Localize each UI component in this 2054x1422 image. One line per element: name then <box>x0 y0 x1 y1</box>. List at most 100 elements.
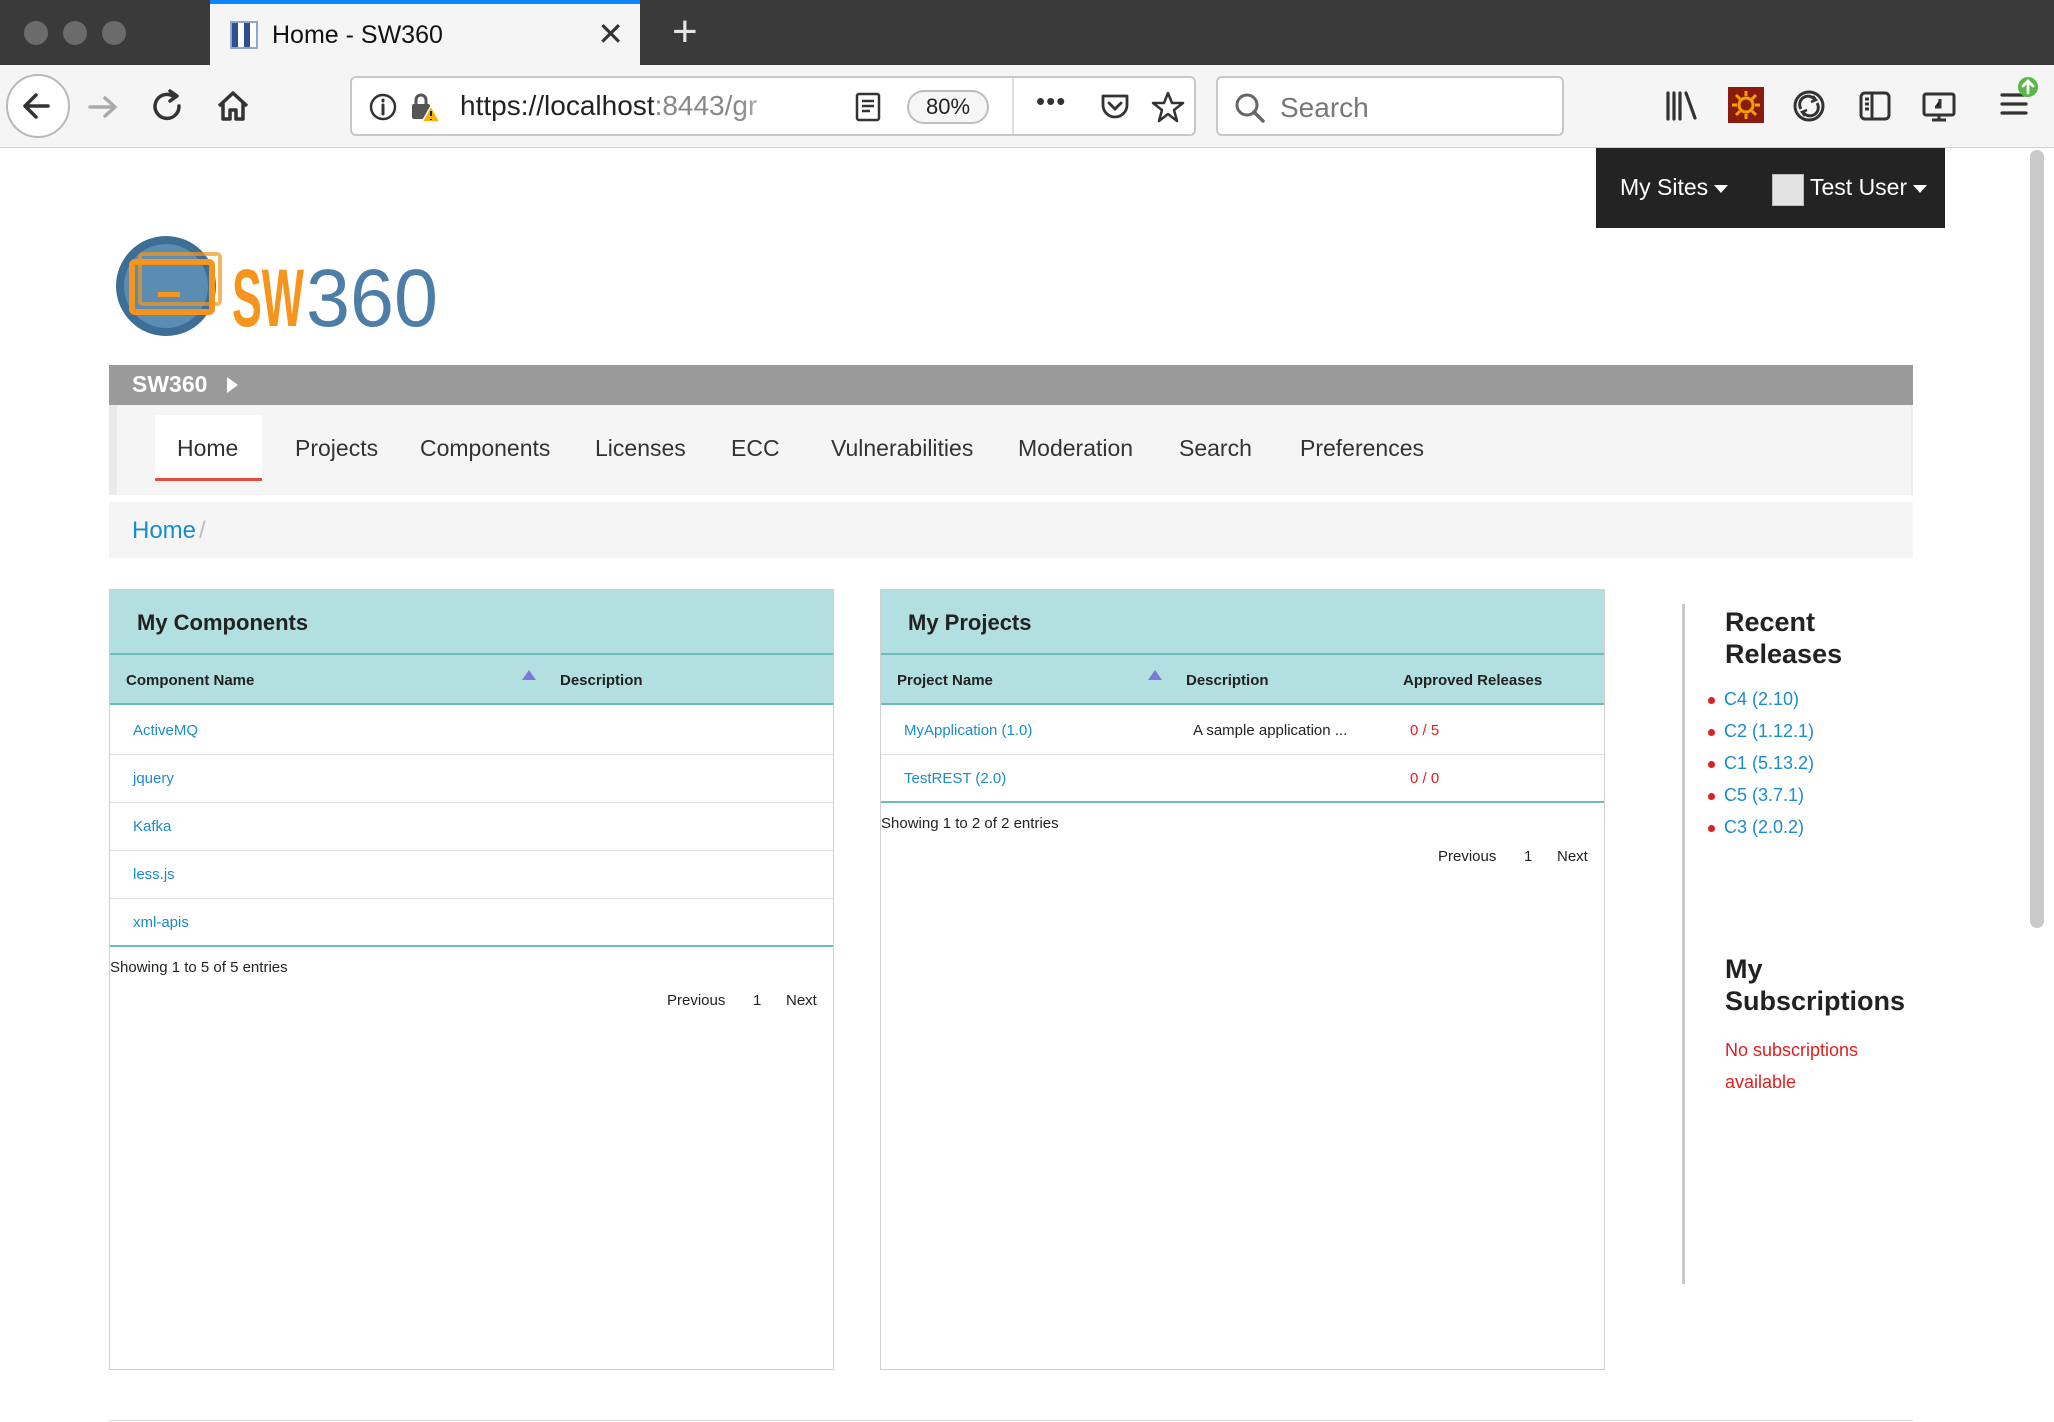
window-zoom-dot[interactable] <box>102 21 126 45</box>
footer-divider <box>109 1420 1913 1421</box>
panel-header: My Components <box>110 590 833 655</box>
window-close-dot[interactable] <box>24 21 48 45</box>
column-header-approved-releases[interactable]: Approved Releases <box>1403 672 1542 689</box>
forward-arrow-icon[interactable] <box>84 87 124 127</box>
recent-release-link[interactable]: C2 (1.12.1) <box>1708 721 1814 742</box>
table-row: TestREST (2.0) 0 / 0 <box>881 755 1604 803</box>
project-link[interactable]: TestREST (2.0) <box>904 770 1006 787</box>
project-link[interactable]: MyApplication (1.0) <box>904 722 1032 739</box>
breadcrumb-separator: / <box>199 517 206 544</box>
column-header-description[interactable]: Description <box>560 672 643 689</box>
heading-line: Subscriptions <box>1725 986 1906 1016</box>
table-row: jquery <box>110 755 833 803</box>
reader-view-icon[interactable] <box>852 91 884 123</box>
browser-tab-bar: Home - SW360 ✕ + <box>0 0 2054 65</box>
subscriptions-heading: My Subscriptions <box>1725 953 1905 1017</box>
component-link[interactable]: less.js <box>133 866 175 883</box>
table-header: Component Name Description <box>110 655 833 705</box>
info-icon[interactable] <box>368 92 398 122</box>
sw360-logo[interactable]: SW 360 <box>112 228 442 346</box>
component-link[interactable]: Kafka <box>133 818 171 835</box>
column-header-component-name[interactable]: Component Name <box>126 672 254 689</box>
column-header-project-name[interactable]: Project Name <box>897 672 993 689</box>
table-row: MyApplication (1.0) A sample application… <box>881 707 1604 755</box>
url-text[interactable]: https://localhost:8443/gr <box>460 90 790 122</box>
recent-release-link[interactable]: C1 (5.13.2) <box>1708 753 1814 774</box>
url-bar[interactable]: https://localhost:8443/gr 80% ••• <box>350 76 1196 136</box>
pagination-next[interactable]: Next <box>1557 848 1588 865</box>
caret-down-icon <box>1913 184 1928 193</box>
page-scrollbar[interactable] <box>2030 150 2044 928</box>
nav-preferences[interactable]: Preferences <box>1300 435 1424 462</box>
approved-releases-count: 0 / 5 <box>1410 722 1440 739</box>
caret-down-icon <box>1714 184 1729 193</box>
nav-search[interactable]: Search <box>1179 435 1252 462</box>
caret-right-icon[interactable] <box>227 377 238 393</box>
my-sites-dropdown[interactable]: My Sites <box>1620 174 1729 201</box>
reload-icon[interactable] <box>148 87 188 127</box>
tab-close-icon[interactable]: ✕ <box>597 16 624 52</box>
sort-ascending-icon[interactable] <box>1148 670 1162 680</box>
back-arrow-icon[interactable] <box>6 74 70 138</box>
my-components-panel: My Components Component Name Description… <box>109 589 834 1370</box>
panel-header: My Projects <box>881 590 1604 655</box>
nav-components[interactable]: Components <box>420 435 550 462</box>
pagination-page-1[interactable]: 1 <box>1524 848 1532 865</box>
bullet-icon <box>1708 696 1715 704</box>
nav-projects[interactable]: Projects <box>295 435 378 462</box>
component-link[interactable]: ActiveMQ <box>133 722 198 739</box>
search-icon <box>1232 90 1268 126</box>
bullet-icon <box>1708 760 1715 768</box>
zoom-level-badge[interactable]: 80% <box>907 90 989 124</box>
nav-moderation[interactable]: Moderation <box>1018 435 1133 462</box>
heading-line: Recent <box>1725 607 1816 637</box>
sync-icon[interactable] <box>1790 87 1828 125</box>
nav-vulnerabilities[interactable]: Vulnerabilities <box>831 435 973 462</box>
pagination-previous[interactable]: Previous <box>667 992 725 1009</box>
bullet-icon <box>1708 824 1715 832</box>
menu-icon[interactable] <box>1996 75 2044 127</box>
pagination-page-1[interactable]: 1 <box>753 992 761 1009</box>
site-title[interactable]: SW360 <box>132 371 207 398</box>
column-header-description[interactable]: Description <box>1186 672 1269 689</box>
logo-text-sw: SW <box>232 253 304 344</box>
no-subscriptions-message: No subscriptions available <box>1725 1040 1859 1092</box>
top-user-menu: My Sites Test User <box>1596 148 1945 228</box>
pagination-previous[interactable]: Previous <box>1438 848 1496 865</box>
window-minimize-dot[interactable] <box>63 21 87 45</box>
more-actions-icon[interactable]: ••• <box>1036 86 1066 117</box>
extension-icon[interactable] <box>1728 87 1764 123</box>
new-tab-button[interactable]: + <box>672 8 698 56</box>
panel-title: My Projects <box>908 610 1032 635</box>
user-dropdown[interactable]: Test User <box>1810 174 1928 201</box>
recent-release-link[interactable]: C3 (2.0.2) <box>1708 817 1804 838</box>
screenshot-icon[interactable] <box>1920 87 1958 125</box>
recent-releases-heading: Recent Releases <box>1725 606 1842 670</box>
browser-search-bar[interactable]: Search <box>1216 76 1564 136</box>
nav-licenses[interactable]: Licenses <box>595 435 686 462</box>
approved-releases-count: 0 / 0 <box>1410 770 1440 787</box>
browser-tab[interactable]: Home - SW360 ✕ <box>210 0 640 65</box>
home-icon[interactable] <box>212 85 254 127</box>
nav-home[interactable]: Home <box>177 435 238 462</box>
table-row: ActiveMQ <box>110 707 833 755</box>
recent-release-link[interactable]: C4 (2.10) <box>1708 689 1799 710</box>
browser-toolbar: https://localhost:8443/gr 80% ••• Search <box>0 65 2054 148</box>
lock-warning-icon[interactable] <box>408 90 442 124</box>
nav-ecc[interactable]: ECC <box>731 435 780 462</box>
user-avatar[interactable] <box>1772 174 1804 206</box>
heading-line: My <box>1725 954 1763 984</box>
pagination-next[interactable]: Next <box>786 992 817 1009</box>
sidebar-icon[interactable] <box>1856 87 1894 125</box>
logo-text-360: 360 <box>306 253 438 344</box>
pocket-icon[interactable] <box>1098 90 1132 124</box>
bullet-icon <box>1708 792 1715 800</box>
url-bar-divider <box>1012 78 1014 134</box>
star-icon[interactable] <box>1150 89 1186 125</box>
recent-release-link[interactable]: C5 (3.7.1) <box>1708 785 1804 806</box>
component-link[interactable]: xml-apis <box>133 914 189 931</box>
component-link[interactable]: jquery <box>133 770 174 787</box>
breadcrumb-home-link[interactable]: Home <box>132 517 196 545</box>
library-icon[interactable] <box>1662 87 1700 125</box>
sort-ascending-icon[interactable] <box>522 670 536 680</box>
